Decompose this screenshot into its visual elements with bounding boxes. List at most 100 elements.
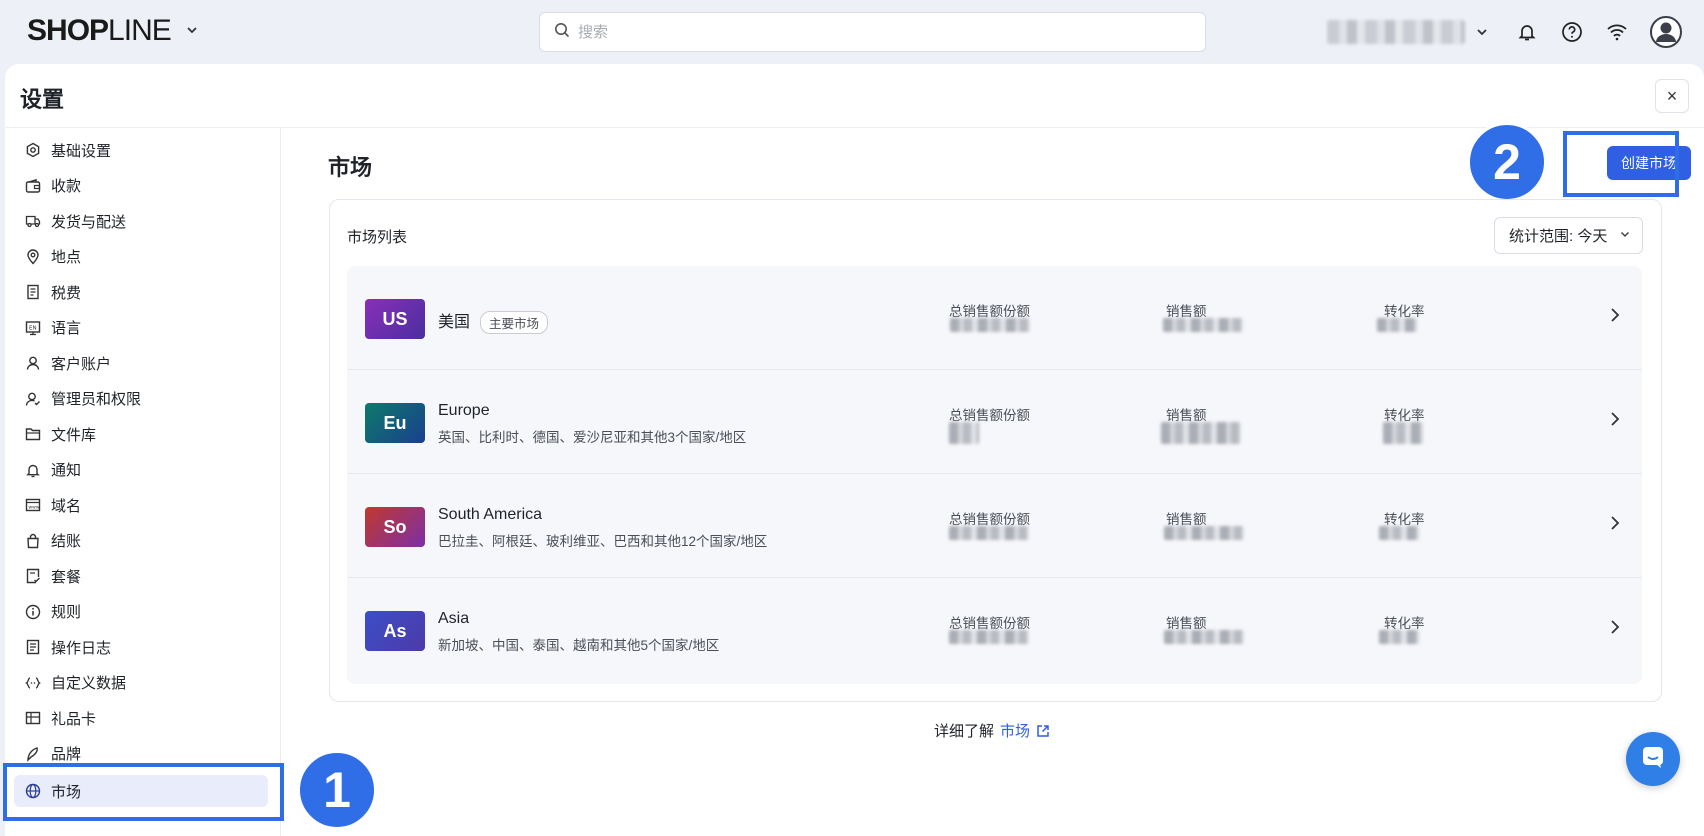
chevron-right-icon[interactable]	[1609, 410, 1621, 434]
market-code-badge: So	[365, 507, 425, 547]
sidebar-item-label: 礼品卡	[51, 710, 97, 728]
top-bar: SH O P LINE	[0, 0, 1704, 64]
stats-range-select[interactable]: 统计范围: 今天	[1494, 217, 1643, 254]
stat-value-redacted	[949, 630, 1029, 644]
chevron-down-icon[interactable]	[185, 23, 199, 40]
header-divider	[5, 127, 1704, 128]
market-countries: 巴拉圭、阿根廷、玻利维亚、巴西和其他12个国家/地区	[438, 534, 768, 549]
annotation-step-2: 2	[1467, 122, 1547, 202]
section-title: 市场	[328, 155, 373, 180]
shopping-bag-icon	[24, 532, 42, 550]
sidebar-item-label: 管理员和权限	[51, 391, 142, 408]
market-list-title: 市场列表	[347, 229, 408, 246]
sidebar-item-basic-settings[interactable]: 基础设置	[14, 134, 268, 166]
sidebar-item-languages[interactable]: EN 语言	[14, 312, 268, 344]
truck-icon	[24, 212, 42, 230]
account-name[interactable]	[1327, 20, 1465, 44]
sidebar-item-files[interactable]: 文件库	[14, 418, 268, 450]
folder-icon	[24, 425, 42, 443]
chevron-right-icon[interactable]	[1609, 618, 1621, 642]
avatar-icon[interactable]	[1648, 14, 1684, 50]
external-link-icon[interactable]	[1036, 724, 1050, 738]
brand-icon	[24, 745, 42, 763]
search-bar[interactable]	[539, 12, 1206, 52]
sidebar-item-label: 客户账户	[51, 355, 112, 373]
market-countries: 新加坡、中国、泰国、越南和其他5个国家/地区	[438, 638, 720, 653]
market-code-badge: US	[365, 299, 425, 339]
stats-range-value: 统计范围: 今天	[1509, 228, 1608, 245]
logo-text-light: LINE	[108, 14, 172, 47]
svg-text:www: www	[29, 506, 40, 511]
market-name-text: 美国	[438, 314, 471, 331]
wallet-icon	[24, 177, 42, 195]
annotation-highlight-markets	[3, 763, 284, 821]
chat-support-button[interactable]	[1626, 732, 1680, 786]
bell-icon	[24, 461, 42, 479]
sidebar-item-label: 结账	[51, 533, 82, 550]
stat-value-redacted	[1379, 526, 1419, 540]
sidebar-item-label: 文件库	[51, 426, 97, 444]
market-name: Europe	[438, 402, 490, 419]
sidebar-item-custom-data[interactable]: 自定义数据	[14, 667, 268, 699]
shopline-logo[interactable]: SH O P LINE	[27, 14, 199, 48]
market-countries: 英国、比利时、德国、爱沙尼亚和其他3个国家/地区	[438, 430, 747, 445]
annotation-step-1: 1	[297, 750, 377, 830]
sidebar-item-notifications[interactable]: 通知	[14, 454, 268, 486]
sidebar-item-activity-log[interactable]: 操作日志	[14, 631, 268, 663]
sidebar-item-label: 税费	[51, 284, 82, 302]
sidebar-item-label: 发货与配送	[51, 213, 127, 231]
market-row-us[interactable]: US 美国 主要市场 总销售额份额 销售额 转化率	[347, 266, 1642, 370]
page-title: 设置	[20, 87, 65, 112]
sidebar-item-domains[interactable]: www 域名	[14, 489, 268, 521]
sidebar-item-admins-permissions[interactable]: 管理员和权限	[14, 383, 268, 415]
sidebar-item-policies[interactable]: 规则	[14, 596, 268, 628]
close-button[interactable]: ×	[1655, 79, 1689, 113]
market-row-asia[interactable]: As Asia 新加坡、中国、泰国、越南和其他5个国家/地区 总销售额份额 销售…	[347, 578, 1642, 682]
stat-value-redacted	[950, 318, 1030, 332]
learn-more-link[interactable]: 市场	[1000, 720, 1030, 741]
bell-icon[interactable]	[1513, 18, 1541, 46]
stat-value-redacted	[1383, 422, 1423, 444]
chevron-right-icon[interactable]	[1609, 306, 1621, 330]
sidebar-item-customer-accounts[interactable]: 客户账户	[14, 347, 268, 379]
market-rows: US 美国 主要市场 总销售额份额 销售额 转化率 Eu Europe 英国、比利…	[347, 266, 1642, 684]
sidebar-item-shipping[interactable]: 发货与配送	[14, 205, 268, 237]
logo-text-o: O	[66, 14, 90, 47]
sidebar-item-label: 套餐	[51, 568, 82, 586]
sidebar-item-plan[interactable]: 套餐	[14, 560, 268, 592]
info-icon	[24, 603, 42, 621]
sidebar-item-label: 通知	[51, 462, 82, 479]
stat-value-redacted	[1161, 422, 1241, 444]
sidebar-item-checkout[interactable]: 结账	[14, 525, 268, 557]
sidebar-item-label: 域名	[51, 497, 82, 515]
sidebar-item-label: 自定义数据	[51, 675, 127, 692]
market-code-badge: As	[365, 611, 425, 651]
market-row-south-america[interactable]: So South America 巴拉圭、阿根廷、玻利维亚、巴西和其他12个国家…	[347, 474, 1642, 578]
sidebar-item-label: 语言	[51, 320, 82, 337]
market-name: South America	[438, 506, 543, 523]
sidebar-item-label: 品牌	[51, 746, 82, 763]
plan-icon	[24, 567, 42, 585]
stat-value-redacted	[949, 526, 1029, 540]
account-chevron-down-icon[interactable]	[1468, 18, 1496, 46]
sidebar-item-payments[interactable]: 收款	[14, 170, 268, 202]
log-icon	[24, 638, 42, 656]
sidebar-item-taxes[interactable]: 税费	[14, 276, 268, 308]
sidebar-item-locations[interactable]: 地点	[14, 241, 268, 273]
chevron-down-icon	[1619, 228, 1631, 243]
chevron-right-icon[interactable]	[1609, 514, 1621, 538]
logo-text-p: P	[89, 14, 109, 47]
stat-value-redacted	[1379, 630, 1419, 644]
wifi-icon[interactable]	[1603, 18, 1631, 46]
sidebar-item-gift-cards[interactable]: 礼品卡	[14, 702, 268, 734]
sidebar-item-label: 规则	[51, 604, 82, 621]
stat-label-sales: 销售额	[1166, 512, 1207, 527]
stat-label-share: 总销售额份额	[949, 408, 1030, 423]
stat-value-redacted	[949, 422, 979, 444]
market-row-europe[interactable]: Eu Europe 英国、比利时、德国、爱沙尼亚和其他3个国家/地区 总销售额份…	[347, 370, 1642, 474]
help-icon[interactable]	[1558, 18, 1586, 46]
stat-value-redacted	[1163, 318, 1243, 332]
stat-label-conversion: 转化率	[1384, 408, 1425, 423]
market-code-badge: Eu	[365, 403, 425, 443]
search-input[interactable]	[578, 23, 1178, 41]
